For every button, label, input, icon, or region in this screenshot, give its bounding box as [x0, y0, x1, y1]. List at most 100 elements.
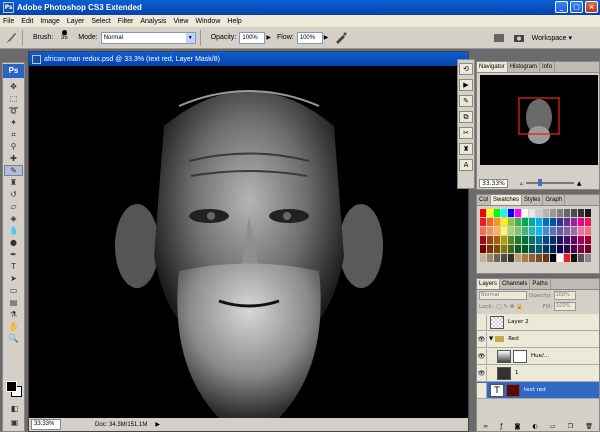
lasso-tool-icon[interactable]: ➰	[4, 105, 23, 116]
color-swatch[interactable]	[585, 254, 591, 262]
color-swatch[interactable]	[550, 245, 556, 253]
tab-layers[interactable]: Layers	[477, 279, 501, 289]
color-swatch[interactable]	[564, 227, 570, 235]
color-swatch[interactable]	[529, 209, 535, 217]
visibility-toggle[interactable]	[477, 382, 487, 398]
color-swatch[interactable]	[529, 245, 535, 253]
tab-channels[interactable]: Channels	[500, 279, 531, 289]
zoom-field[interactable]: 33.33%	[31, 419, 61, 430]
document-icon[interactable]	[492, 31, 506, 45]
status-arrow-icon[interactable]: ▶	[155, 421, 160, 428]
color-swatch[interactable]	[480, 227, 486, 235]
tab-info[interactable]: Info	[540, 62, 556, 72]
color-swatch[interactable]	[487, 209, 493, 217]
color-swatch[interactable]	[557, 218, 563, 226]
fill-field[interactable]: 100%	[554, 302, 577, 311]
path-selection-icon[interactable]: ➤	[4, 273, 23, 284]
color-swatch[interactable]	[508, 254, 514, 262]
slice-tool-icon[interactable]: ⚲	[4, 141, 23, 152]
menu-window[interactable]: Window	[195, 18, 220, 25]
clone-source-icon[interactable]: ♜	[459, 143, 473, 155]
zoom-out-icon[interactable]: ▵	[520, 180, 523, 187]
color-swatch[interactable]	[494, 218, 500, 226]
camera-icon[interactable]	[512, 31, 526, 45]
flow-field[interactable]: 100%	[296, 31, 323, 44]
magic-wand-icon[interactable]: ✦	[4, 117, 23, 128]
menu-edit[interactable]: Edit	[21, 18, 33, 25]
zoom-slider[interactable]	[525, 179, 574, 186]
color-swatch[interactable]	[571, 227, 577, 235]
color-swatch[interactable]	[508, 236, 514, 244]
maximize-button[interactable]: □	[570, 1, 583, 13]
color-swatch[interactable]	[501, 209, 507, 217]
color-swatch[interactable]	[585, 236, 591, 244]
color-swatch[interactable]	[529, 254, 535, 262]
lock-icons[interactable]: □ ✎ ✥ 🔒	[496, 304, 523, 310]
color-swatch[interactable]	[571, 245, 577, 253]
menu-filter[interactable]: Filter	[118, 18, 134, 25]
menu-image[interactable]: Image	[40, 18, 59, 25]
color-swatch[interactable]	[543, 218, 549, 226]
tab-styles[interactable]: Styles	[522, 195, 544, 205]
brushes-icon[interactable]: ✂	[459, 127, 473, 139]
visibility-toggle[interactable]	[477, 314, 487, 330]
history-icon[interactable]: ⟲	[459, 63, 473, 75]
menu-select[interactable]: Select	[91, 18, 110, 25]
color-swatch[interactable]	[487, 227, 493, 235]
color-swatch[interactable]	[501, 245, 507, 253]
color-swatch[interactable]	[564, 236, 570, 244]
layer-row-selected[interactable]: T text red	[477, 382, 599, 399]
quick-mask-icon[interactable]: ◧	[5, 403, 24, 414]
document-title-bar[interactable]: african man redux.psd @ 33.3% (text red,…	[29, 52, 468, 66]
mode-select[interactable]: Normal ▼	[100, 31, 196, 44]
opacity-field[interactable]: 100%	[239, 31, 266, 44]
color-swatch[interactable]	[585, 227, 591, 235]
color-swatch[interactable]	[529, 227, 535, 235]
hand-tool-icon[interactable]: ✋	[4, 321, 23, 332]
dodge-tool-icon[interactable]: ●	[4, 237, 23, 248]
clone-stamp-icon[interactable]: ♜	[4, 177, 23, 188]
color-swatch[interactable]	[501, 254, 507, 262]
color-swatch[interactable]	[543, 245, 549, 253]
color-swatch[interactable]	[578, 236, 584, 244]
color-swatch[interactable]	[557, 209, 563, 217]
color-swatch[interactable]	[494, 209, 500, 217]
color-swatch[interactable]	[487, 254, 493, 262]
color-swatch[interactable]	[571, 236, 577, 244]
menu-file[interactable]: File	[3, 18, 14, 25]
color-swatch[interactable]	[522, 218, 528, 226]
layer-opacity-field[interactable]: 100%	[553, 291, 576, 300]
zoom-slider-thumb[interactable]	[537, 179, 542, 186]
color-swatch[interactable]	[501, 218, 507, 226]
eye-icon[interactable]: 👁	[477, 365, 487, 381]
menu-help[interactable]: Help	[227, 18, 241, 25]
color-swatch[interactable]	[515, 209, 521, 217]
color-swatch[interactable]	[578, 218, 584, 226]
character-icon[interactable]: A	[459, 159, 473, 171]
color-swatch[interactable]	[487, 236, 493, 244]
color-swatch[interactable]	[550, 254, 556, 262]
swatch-grid[interactable]	[479, 208, 597, 268]
tab-navigator[interactable]: Navigator	[477, 62, 508, 72]
layer-row[interactable]: 👁 Hue/...	[477, 348, 599, 365]
color-swatch[interactable]	[543, 227, 549, 235]
color-swatch[interactable]	[522, 227, 528, 235]
menu-layer[interactable]: Layer	[67, 18, 85, 25]
color-swatch[interactable]	[557, 254, 563, 262]
minimize-button[interactable]: _	[555, 1, 568, 13]
color-swatch[interactable]	[536, 218, 542, 226]
color-swatch[interactable]	[522, 209, 528, 217]
color-swatch[interactable]	[550, 218, 556, 226]
color-swatch[interactable]	[515, 227, 521, 235]
color-swatch[interactable]	[536, 245, 542, 253]
color-swatch[interactable]	[480, 236, 486, 244]
color-swatch[interactable]	[508, 209, 514, 217]
color-swatch[interactable]	[571, 218, 577, 226]
color-swatch[interactable]	[522, 245, 528, 253]
tool-presets-icon[interactable]: ✎	[459, 95, 473, 107]
brush-preset-picker[interactable]: 35	[56, 29, 72, 47]
color-swatch[interactable]	[536, 227, 542, 235]
new-layer-icon[interactable]: ❐	[568, 423, 573, 430]
color-swatch[interactable]	[515, 218, 521, 226]
opacity-arrow-icon[interactable]: ▶	[266, 34, 271, 41]
